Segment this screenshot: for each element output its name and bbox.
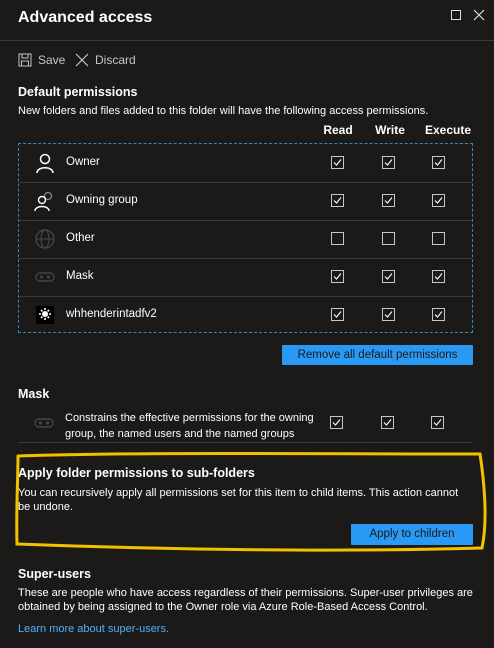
read-checkbox[interactable] [331, 308, 344, 321]
table-row: Mask [19, 258, 472, 297]
user-icon [34, 152, 56, 174]
mask-write-checkbox[interactable] [381, 416, 394, 429]
write-checkbox[interactable] [382, 156, 395, 169]
save-button[interactable]: Save [18, 51, 65, 69]
app-icon [34, 304, 56, 326]
column-write: Write [375, 123, 405, 137]
panel-title: Advanced access [18, 9, 153, 26]
read-checkbox[interactable] [331, 194, 344, 207]
table-row: Owning group [19, 182, 472, 221]
column-execute: Execute [424, 123, 472, 137]
mask-execute-checkbox[interactable] [431, 416, 444, 429]
close-icon[interactable] [472, 9, 486, 23]
read-checkbox[interactable] [331, 156, 344, 169]
default-permissions-heading: Default permissions [18, 85, 138, 99]
mask-heading: Mask [18, 387, 50, 401]
super-users-heading: Super-users [18, 567, 91, 581]
table-row: whhenderintadfv2 [19, 296, 472, 334]
remove-default-permissions-button[interactable]: Remove all default permissions [282, 345, 473, 365]
table-row: Other [19, 220, 472, 259]
row-label: Owning group [66, 194, 138, 206]
read-checkbox[interactable] [331, 270, 344, 283]
default-permissions-table: Owner Owning group Other Mask whhenderin… [18, 143, 473, 333]
write-checkbox[interactable] [382, 270, 395, 283]
maximize-icon[interactable] [449, 9, 463, 23]
execute-checkbox[interactable] [432, 156, 445, 169]
write-checkbox[interactable] [382, 194, 395, 207]
globe-icon [34, 228, 56, 250]
mask-divider [18, 442, 473, 443]
row-label: Mask [66, 270, 94, 282]
execute-checkbox[interactable] [432, 270, 445, 283]
column-read: Read [323, 123, 353, 137]
read-checkbox[interactable] [331, 232, 344, 245]
super-users-link[interactable]: Learn more about super-users. [18, 623, 169, 635]
row-label: whhenderintadfv2 [66, 308, 157, 320]
row-label: Owner [66, 156, 100, 168]
save-icon [18, 53, 32, 67]
super-users-description: These are people who have access regardl… [18, 587, 473, 613]
save-label: Save [38, 53, 66, 67]
table-row: Owner [19, 144, 472, 183]
row-label: Other [66, 232, 95, 244]
mask-icon [34, 266, 56, 288]
execute-checkbox[interactable] [432, 308, 445, 321]
mask-description: Constrains the effective permissions for… [65, 412, 314, 440]
mask-icon [33, 412, 55, 434]
write-checkbox[interactable] [382, 232, 395, 245]
default-permissions-description: New folders and files added to this fold… [18, 105, 429, 117]
title-divider [0, 40, 494, 41]
discard-icon [75, 53, 89, 67]
discard-button[interactable]: Discard [75, 51, 136, 69]
execute-checkbox[interactable] [432, 232, 445, 245]
discard-label: Discard [95, 53, 136, 67]
group-icon [34, 190, 56, 212]
write-checkbox[interactable] [382, 308, 395, 321]
execute-checkbox[interactable] [432, 194, 445, 207]
mask-read-checkbox[interactable] [330, 416, 343, 429]
highlight-annotation [15, 452, 487, 552]
